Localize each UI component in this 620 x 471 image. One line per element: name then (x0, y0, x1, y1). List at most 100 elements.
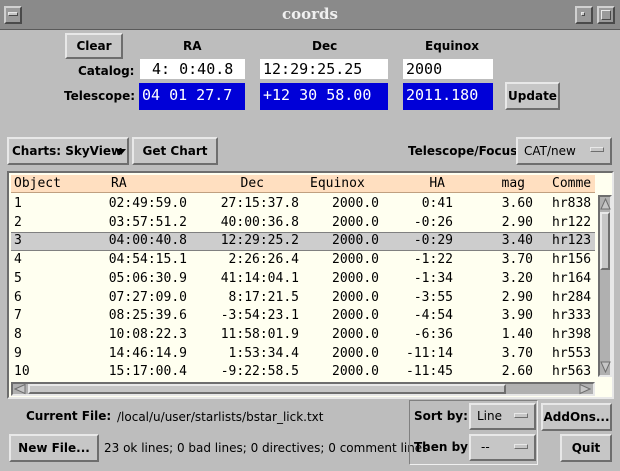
cell-comment: hr838 (552, 196, 592, 211)
minimize-icon (581, 12, 585, 16)
maximize-icon (601, 10, 611, 20)
table-row[interactable]: 5 05:06:30.9 41:14:04.1 2000.0 -1:34 3.20 hr16… (11, 270, 595, 289)
table-row[interactable]: 10 15:17:00.4 -9:22:58.5 2000.0 -11:45 2.60 hr… (11, 363, 595, 379)
table-row[interactable]: 6 07:27:09.0 8:17:21.5 2000.0 -3:55 2.90 hr284 (11, 289, 595, 308)
cell-equinox: 2000.0 (332, 233, 379, 249)
sort-by-select[interactable]: Line (469, 403, 536, 430)
cell-ra: 15:17:00.4 (108, 364, 187, 379)
catalog-label: Catalog: (78, 64, 135, 78)
cell-dec: 40:00:36.8 (220, 214, 299, 230)
cell-dec: 41:14:04.1 (220, 270, 299, 286)
cell-object: 6 (14, 289, 22, 305)
cell-object: 3 (14, 233, 22, 249)
cell-comment: hr398 (552, 326, 592, 342)
charts-menu-label: Charts: SkyView (12, 144, 123, 158)
addons-button[interactable]: AddOns... (541, 403, 612, 431)
update-button[interactable]: Update (505, 82, 560, 110)
clear-button[interactable]: Clear (65, 33, 123, 59)
current-file-label: Current File: (26, 409, 112, 423)
cell-equinox: 2000.0 (332, 345, 379, 361)
cell-ra: 08:25:39.6 (108, 308, 187, 324)
cell-dec: 8:17:21.5 (228, 289, 299, 305)
column-header-comment[interactable]: Comme (552, 175, 595, 192)
cell-equinox: 2000.0 (332, 289, 379, 305)
charts-menu-button[interactable]: Charts: SkyView (7, 137, 129, 165)
cell-mag: 3.40 (501, 233, 533, 249)
telescope-focus-select[interactable]: CAT/new (516, 137, 612, 165)
table-body[interactable]: 1 02:49:59.0 27:15:37.8 2000.0 0:41 3.60 hr838… (11, 195, 595, 379)
horizontal-scroll-thumb[interactable] (28, 384, 506, 394)
column-header-ra[interactable]: RA (111, 175, 151, 192)
table-row[interactable]: 8 10:08:22.3 11:58:01.9 2000.0 -6:36 1.40 hr39… (11, 326, 595, 345)
scroll-right-arrow-icon[interactable] (579, 384, 591, 395)
dec-column-header: Dec (312, 39, 338, 53)
sort-by-label: Sort by: (414, 409, 468, 423)
cell-object: 2 (14, 214, 22, 230)
cell-mag: 3.70 (501, 252, 533, 268)
cell-ra: 03:57:51.2 (108, 214, 187, 230)
new-file-button[interactable]: New File... (9, 434, 99, 462)
equinox-column-header: Equinox (425, 39, 479, 53)
table-row[interactable]: 9 14:46:14.9 1:53:34.4 2000.0 -11:14 3.70 hr55… (11, 345, 595, 364)
scroll-left-arrow-icon[interactable] (14, 384, 26, 395)
catalog-ra-field[interactable]: 4: 0:40.8 (140, 59, 245, 79)
telescope-focus-value: CAT/new (524, 144, 576, 158)
cell-mag: 2.60 (501, 364, 533, 379)
ra-column-header: RA (183, 39, 202, 53)
table-row[interactable]: 4 04:54:15.1 2:26:26.4 2000.0 -1:22 3.70 hr156 (11, 251, 595, 270)
vertical-scroll-thumb[interactable] (600, 212, 610, 270)
cell-ha: -3:55 (413, 289, 453, 305)
telescope-label: Telescope: (64, 89, 136, 103)
cell-ha: -11:14 (406, 345, 453, 361)
cell-dec: 1:53:34.4 (228, 345, 299, 361)
object-table[interactable]: Object RA Dec Equinox HA mag Comme 1 02:49:59.0… (7, 171, 614, 399)
table-row[interactable]: 3 04:00:40.8 12:29:25.2 2000.0 -0:29 3.40 hr12… (11, 232, 595, 252)
column-header-equinox[interactable]: Equinox (310, 175, 380, 192)
table-row[interactable]: 1 02:49:59.0 27:15:37.8 2000.0 0:41 3.60 hr838 (11, 195, 595, 214)
cell-ha: -0:26 (413, 214, 453, 230)
scroll-down-arrow-icon[interactable] (600, 361, 611, 373)
cell-ha: 0:41 (421, 196, 453, 211)
vertical-scrollbar[interactable] (598, 195, 612, 377)
catalog-dec-field[interactable]: 12:29:25.25 (260, 59, 388, 79)
then-by-select[interactable]: -- (469, 434, 536, 461)
cell-object: 9 (14, 345, 22, 361)
table-row[interactable]: 7 08:25:39.6 -3:54:23.1 2000.0 -4:54 3.90 hr33… (11, 307, 595, 326)
then-by-value: -- (481, 440, 490, 454)
telescope-dec-field[interactable]: +12 30 58.00 (260, 83, 388, 110)
cell-mag: 3.20 (501, 270, 533, 286)
cell-dec: 12:29:25.2 (220, 233, 299, 249)
cell-ra: 04:00:40.8 (108, 233, 187, 249)
column-header-ha[interactable]: HA (383, 175, 445, 192)
cell-comment: hr164 (552, 270, 592, 286)
cell-comment: hr284 (552, 289, 592, 305)
cell-mag: 3.90 (501, 308, 533, 324)
cell-comment: hr553 (552, 345, 592, 361)
cell-mag: 2.90 (501, 289, 533, 305)
cell-ha: -1:22 (413, 252, 453, 268)
telescope-ra-field[interactable]: 04 01 27.7 (139, 83, 245, 110)
catalog-equinox-field[interactable]: 2000 (403, 59, 493, 79)
column-header-mag[interactable]: mag (457, 175, 525, 192)
cell-equinox: 2000.0 (332, 326, 379, 342)
maximize-button[interactable] (597, 6, 615, 24)
cell-ha: -6:36 (413, 326, 453, 342)
cell-ra: 14:46:14.9 (108, 345, 187, 361)
cell-ha: -0:29 (413, 233, 453, 249)
table-row[interactable]: 2 03:57:51.2 40:00:36.8 2000.0 -0:26 2.90 hr12… (11, 214, 595, 233)
title-bar[interactable]: coords (0, 0, 620, 30)
horizontal-scrollbar[interactable] (11, 382, 595, 396)
get-chart-button[interactable]: Get Chart (132, 137, 218, 165)
dropdown-arrow-icon (116, 149, 126, 155)
scroll-up-arrow-icon[interactable] (600, 198, 611, 210)
minimize-button[interactable] (575, 6, 593, 24)
telescope-equinox-field[interactable]: 2011.180 (403, 83, 493, 110)
cell-comment: hr123 (552, 233, 592, 249)
column-header-dec[interactable]: Dec (191, 175, 264, 192)
option-menu-icon (590, 147, 604, 152)
cell-comment: hr333 (552, 308, 592, 324)
cell-comment: hr563 (552, 364, 592, 379)
current-file-path: /local/u/user/starlists/bstar_lick.txt (117, 410, 324, 424)
column-header-object[interactable]: Object (14, 175, 74, 192)
quit-button[interactable]: Quit (560, 434, 612, 462)
